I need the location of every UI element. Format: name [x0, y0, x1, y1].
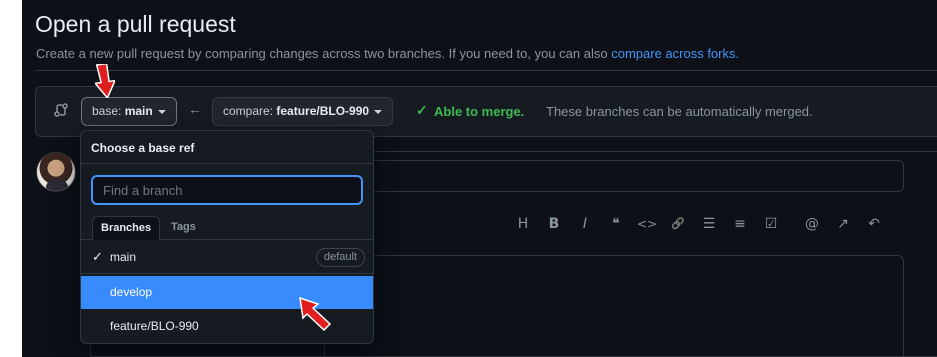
- base-label: base:: [92, 104, 122, 118]
- italic-icon[interactable]: I: [573, 212, 597, 236]
- bold-icon[interactable]: B: [542, 212, 566, 236]
- page-title: Open a pull request: [35, 11, 236, 37]
- caret-down-icon: [374, 109, 383, 114]
- github-compare-page: Open a pull request Create a new pull re…: [22, 0, 937, 357]
- ordered-list-icon[interactable]: ≡: [728, 212, 752, 236]
- tab-tags[interactable]: Tags: [163, 216, 204, 240]
- screenshot-frame: Open a pull request Create a new pull re…: [0, 0, 937, 357]
- divider: [35, 70, 937, 71]
- dropdown-header: Choose a base ref: [81, 131, 373, 164]
- arrow-left-icon: ←: [188, 101, 202, 117]
- code-icon[interactable]: <>: [635, 212, 659, 236]
- branch-label: feature/BLO-990: [110, 319, 199, 333]
- subtitle-text: Create a new pull request by comparing c…: [36, 46, 608, 61]
- avatar: [36, 152, 76, 192]
- compare-across-forks-link[interactable]: compare across forks.: [611, 46, 739, 61]
- annotation-arrow-down-icon: [95, 64, 115, 98]
- unordered-list-icon[interactable]: ☰: [697, 212, 721, 236]
- merge-status: Able to merge.: [434, 104, 525, 119]
- mention-icon[interactable]: @: [800, 212, 824, 236]
- default-badge: default: [315, 248, 365, 267]
- base-value: main: [124, 104, 153, 118]
- dropdown-tabs: Branches Tags: [81, 216, 373, 240]
- base-branch-button[interactable]: base: main: [81, 97, 177, 126]
- compare-branch-button[interactable]: compare: feature/BLO-990: [212, 97, 394, 126]
- tab-branches[interactable]: Branches: [92, 216, 161, 240]
- pr-description-textarea[interactable]: [324, 255, 904, 357]
- branch-label: main: [110, 250, 137, 264]
- markdown-toolbar: H B I ❝ <> 🔗 ☰ ≡ ☑ @ ↗ ↶: [511, 212, 893, 236]
- branch-label: develop: [110, 285, 153, 299]
- check-icon: ✓: [92, 250, 103, 265]
- page-subtitle: Create a new pull request by comparing c…: [36, 46, 739, 61]
- heading-icon[interactable]: H: [511, 212, 535, 236]
- link-icon[interactable]: 🔗: [666, 212, 690, 236]
- compare-value: feature/BLO-990: [276, 104, 370, 118]
- branch-filter-input[interactable]: [91, 175, 363, 205]
- merge-message: These branches can be automatically merg…: [546, 104, 813, 119]
- task-list-icon[interactable]: ☑: [759, 212, 783, 236]
- branch-item-main[interactable]: ✓ main default: [81, 241, 373, 274]
- reply-icon[interactable]: ↶: [862, 212, 886, 236]
- check-icon: ✓: [416, 102, 428, 118]
- git-compare-icon: [53, 102, 69, 118]
- compare-label: compare:: [223, 104, 274, 118]
- reference-icon[interactable]: ↗: [831, 212, 855, 236]
- annotation-arrow-up-icon: [299, 296, 332, 332]
- quote-icon[interactable]: ❝: [604, 212, 628, 236]
- caret-down-icon: [157, 109, 166, 114]
- pr-title-input[interactable]: [324, 160, 904, 192]
